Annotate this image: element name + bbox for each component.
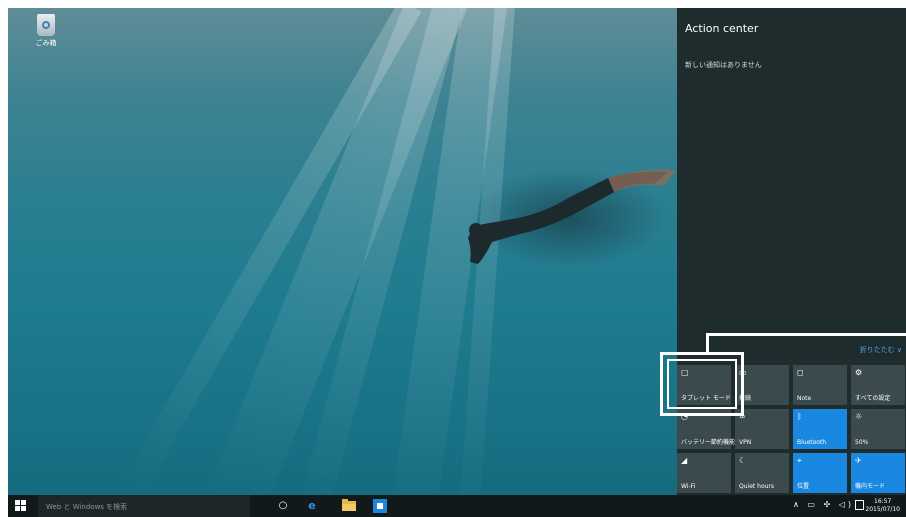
quick-action-location[interactable]: ⌖ 位置 <box>793 453 847 493</box>
system-tray[interactable]: ∧ ▭ ✣ ◁) <box>793 500 854 509</box>
start-button[interactable] <box>15 500 27 512</box>
edge-browser-icon[interactable]: e <box>305 499 319 513</box>
search-box[interactable]: Web と Windows を検索 <box>38 495 250 517</box>
recycle-bin-label: ごみ箱 <box>35 39 57 47</box>
search-placeholder: Web と Windows を検索 <box>46 503 128 511</box>
clock-time: 16:57 <box>874 498 892 505</box>
quick-action-label: Quiet hours <box>739 483 775 490</box>
vpn-icon: ∞ <box>739 412 746 421</box>
quick-action-label: 機内モード <box>855 483 886 490</box>
quick-action-label: バッテリー節約機能 <box>681 439 736 446</box>
wifi-icon: ◢ <box>681 456 688 465</box>
desktop-wallpaper: ごみ箱 <box>8 8 677 495</box>
brightness-icon: ☼ <box>855 412 863 421</box>
clock[interactable]: 16:57 2015/07/10 <box>865 498 900 514</box>
recycle-bin-icon <box>37 14 55 36</box>
collapse-button[interactable]: 折りたたむ ∨ <box>860 345 902 355</box>
highlight-box-inner <box>667 359 737 409</box>
clock-date: 2015/07/10 <box>865 506 900 513</box>
diver-image <box>468 169 676 264</box>
location-icon: ⌖ <box>797 456 802 465</box>
moon-icon: ☾ <box>739 456 747 465</box>
screen: ごみ箱 Action center 新しい通知はありません 折りたたむ ∨ ▢ タ… <box>8 8 906 495</box>
connect-icon: ▭ <box>739 368 747 377</box>
action-center-panel: Action center 新しい通知はありません 折りたたむ ∨ ▢ タブレット… <box>677 8 906 495</box>
action-center-title: Action center <box>685 22 759 35</box>
quick-action-label: 50% <box>855 439 869 446</box>
file-explorer-icon[interactable] <box>342 499 356 513</box>
settings-icon: ⚙ <box>855 368 863 377</box>
quick-action-label: すべての設定 <box>855 395 891 402</box>
quick-action-bluetooth[interactable]: ᛒ Bluetooth <box>793 409 847 449</box>
taskbar: Web と Windows を検索 ○ e ∧ ▭ ✣ ◁) 16:57 201… <box>8 495 906 517</box>
quick-action-moon[interactable]: ☾ Quiet hours <box>735 453 789 493</box>
store-icon[interactable] <box>373 499 387 513</box>
bluetooth-icon: ᛒ <box>797 412 802 421</box>
quick-action-label: Wi-Fi <box>681 483 696 490</box>
recycle-bin[interactable]: ごみ箱 <box>26 14 66 48</box>
quick-action-note[interactable]: ◻ Note <box>793 365 847 405</box>
quick-action-label: 位置 <box>797 483 810 490</box>
quick-action-settings[interactable]: ⚙ すべての設定 <box>851 365 905 405</box>
quick-action-label: Bluetooth <box>797 439 827 446</box>
action-center-icon[interactable] <box>855 500 864 510</box>
quick-action-airplane[interactable]: ✈ 機内モード <box>851 453 905 493</box>
quick-action-wifi[interactable]: ◢ Wi-Fi <box>677 453 731 493</box>
note-icon: ◻ <box>797 368 804 377</box>
quick-action-label: Note <box>797 395 812 402</box>
quick-action-brightness[interactable]: ☼ 50% <box>851 409 905 449</box>
highlight-connector <box>706 333 709 354</box>
highlight-connector <box>706 333 906 336</box>
airplane-icon: ✈ <box>855 456 862 465</box>
no-notifications-message: 新しい通知はありません <box>685 61 762 69</box>
task-view-icon[interactable]: ○ <box>276 499 290 513</box>
quick-action-label: VPN <box>739 439 752 446</box>
